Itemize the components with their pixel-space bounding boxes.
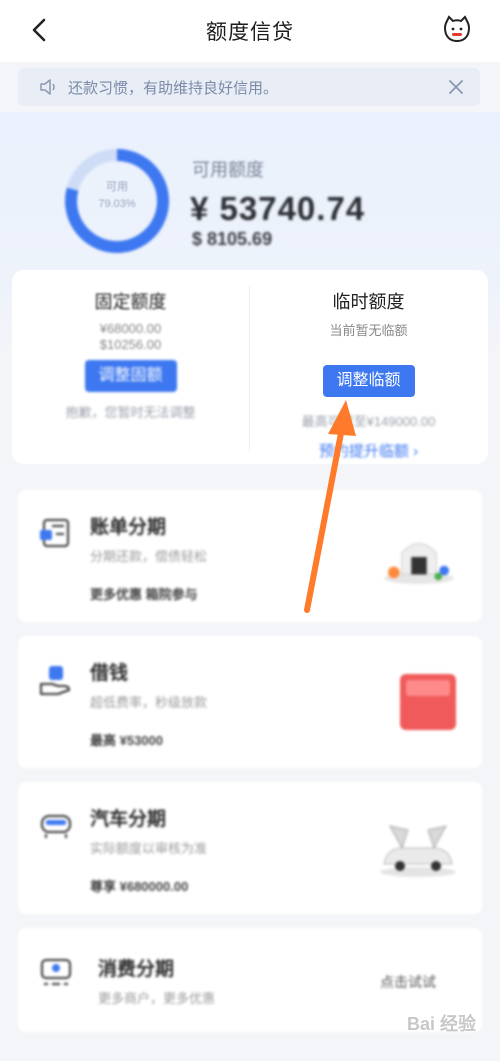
gift-illustration-icon	[384, 542, 454, 585]
temporary-limit-title: 临时额度	[332, 292, 405, 312]
consumer-installment-icon	[41, 959, 71, 985]
car-illustration-icon	[380, 825, 456, 877]
cat-mascot-icon[interactable]	[442, 14, 472, 44]
available-amount: ¥ 53740.74	[190, 190, 366, 227]
adjust-fixed-button[interactable]: 调整固额	[84, 360, 177, 392]
product-foot: 最高 ¥53000	[90, 733, 163, 748]
product-desc: 实际额度以审核为准	[90, 841, 208, 856]
product-card-borrow[interactable]: 借钱 超低费率，秒级放款 最高 ¥53000	[18, 636, 482, 768]
car-installment-icon	[41, 815, 71, 838]
temporary-limit-subtitle: 当前暂无临额	[329, 323, 408, 338]
adjust-temporary-button[interactable]: 调整临额	[322, 365, 415, 397]
product-name: 借钱	[90, 663, 129, 684]
back-arrow-icon[interactable]	[26, 16, 54, 44]
product-name: 汽车分期	[90, 809, 167, 830]
top-bar: 额度信贷	[0, 0, 500, 62]
speaker-icon	[40, 79, 55, 95]
watermark: Bai 经验	[406, 1014, 476, 1034]
red-envelope-icon	[400, 674, 456, 730]
product-name: 账单分期	[90, 517, 167, 538]
fixed-limit-title: 固定额度	[94, 292, 167, 312]
close-icon[interactable]	[446, 77, 466, 97]
product-desc: 超低费率，秒级放款	[90, 695, 208, 710]
available-usd: $ 8105.69	[192, 229, 273, 249]
page-title: 额度信贷	[206, 21, 294, 44]
product-foot: 尊享 ¥680000.00	[90, 879, 189, 894]
fixed-limit-usd: $10256.00	[99, 337, 162, 352]
fixed-limit-cny: ¥68000.00	[99, 321, 162, 336]
product-card-bill-installment[interactable]: 账单分期 分期还款，偿债轻松 更多优惠 箱院参与	[18, 490, 482, 622]
book-increase-link[interactable]: 预约提升临额 ›	[250, 440, 487, 461]
notice-text: 还款习惯，有助维持良好信用。	[68, 79, 279, 97]
ring-label: 可用	[106, 181, 128, 193]
fixed-limit-note: 抱歉，您暂时无法调整	[65, 405, 196, 420]
ring-percent: 79.03%	[98, 198, 136, 210]
notice-bar: 还款习惯，有助维持良好信用。	[18, 68, 480, 106]
try-now-button[interactable]: 点击试试	[380, 972, 436, 992]
limits-card: 固定额度 ¥68000.00 $10256.00 调整固额 抱歉，您暂时无法调整…	[12, 270, 488, 464]
borrow-money-icon	[40, 666, 70, 695]
product-desc: 更多商户，更多优惠	[98, 991, 216, 1006]
available-label: 可用额度	[192, 160, 264, 180]
temporary-limit-note: 最高可提至¥149000.00	[301, 414, 436, 429]
bill-installment-icon	[40, 519, 69, 547]
temporary-limit-section: 临时额度 当前暂无临额 调整临额 最高可提至¥149000.00 预约提升临额 …	[250, 270, 487, 461]
product-foot: 更多优惠 箱院参与	[90, 587, 198, 602]
product-card-car-installment[interactable]: 汽车分期 实际额度以审核为准 尊享 ¥680000.00	[18, 782, 482, 914]
product-name: 消费分期	[98, 959, 175, 980]
fixed-limit-section: 固定额度 ¥68000.00 $10256.00 调整固额 抱歉，您暂时无法调整	[12, 270, 249, 421]
product-desc: 分期还款，偿债轻松	[90, 549, 208, 564]
